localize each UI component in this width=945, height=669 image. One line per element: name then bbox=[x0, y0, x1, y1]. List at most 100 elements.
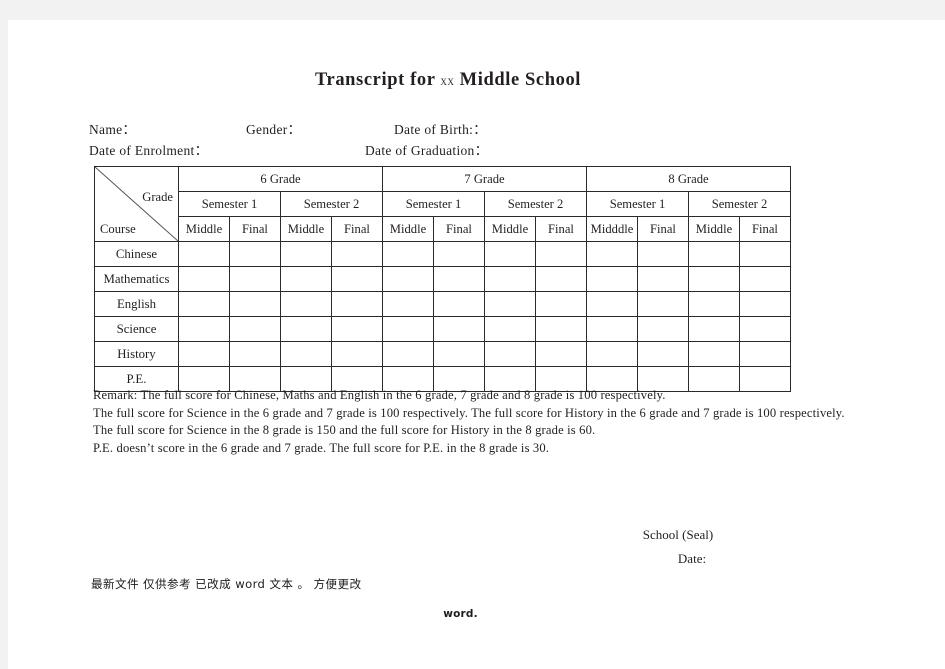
score-cell[interactable] bbox=[637, 316, 689, 342]
term-header-6-1-middle: Middle bbox=[178, 216, 230, 242]
score-cell[interactable] bbox=[280, 266, 332, 292]
remark-line-4: P.E. doesn’t score in the 6 grade and 7 … bbox=[93, 440, 550, 455]
score-cell[interactable] bbox=[433, 241, 485, 267]
term-header-7-2-final: Final bbox=[535, 216, 587, 242]
score-cell[interactable] bbox=[229, 341, 281, 367]
term-header-7-1-final: Final bbox=[433, 216, 485, 242]
score-cell[interactable] bbox=[382, 291, 434, 317]
date-of-enrolment-field-label: Date of Enrolment： bbox=[89, 143, 209, 158]
score-cell[interactable] bbox=[280, 316, 332, 342]
table-row: English bbox=[94, 291, 791, 317]
grade-group-header-6: 6 Grade bbox=[178, 166, 383, 192]
chinese-note-footer: 最新文件 仅供参考 已改成 word 文本 。 方便更改 bbox=[91, 577, 362, 591]
score-cell[interactable] bbox=[586, 341, 638, 367]
score-cell[interactable] bbox=[637, 266, 689, 292]
remarks-section: Remark: The full score for Chinese, Math… bbox=[93, 387, 883, 457]
score-cell[interactable] bbox=[178, 341, 230, 367]
remark-line-1: Remark: The full score for Chinese, Math… bbox=[93, 388, 666, 402]
semester-header-7-2: Semester 2 bbox=[484, 191, 587, 217]
course-label-science: Science bbox=[94, 316, 179, 342]
title-prefix: Transcript for bbox=[314, 70, 436, 90]
signature-section: School (Seal) Date: bbox=[568, 523, 788, 571]
term-header-8-2-middle: Middle bbox=[688, 216, 740, 242]
score-cell[interactable] bbox=[688, 241, 740, 267]
corner-grade-label: Grade bbox=[142, 190, 173, 204]
score-cell[interactable] bbox=[178, 266, 230, 292]
score-cell[interactable] bbox=[178, 241, 230, 267]
score-cell[interactable] bbox=[688, 266, 740, 292]
date-of-graduation-field-label: Date of Graduation： bbox=[365, 143, 489, 158]
score-cell[interactable] bbox=[535, 341, 587, 367]
score-cell[interactable] bbox=[637, 241, 689, 267]
score-cell[interactable] bbox=[229, 291, 281, 317]
score-cell[interactable] bbox=[229, 266, 281, 292]
score-cell[interactable] bbox=[484, 341, 536, 367]
gender-field-label: Gender： bbox=[246, 122, 302, 137]
score-cell[interactable] bbox=[229, 241, 281, 267]
score-cell[interactable] bbox=[331, 291, 383, 317]
score-cell[interactable] bbox=[688, 316, 740, 342]
score-cell[interactable] bbox=[637, 341, 689, 367]
score-cell[interactable] bbox=[586, 241, 638, 267]
score-cell[interactable] bbox=[535, 316, 587, 342]
term-header-6-2-final: Final bbox=[331, 216, 383, 242]
score-cell[interactable] bbox=[484, 266, 536, 292]
score-cell[interactable] bbox=[280, 341, 332, 367]
score-cell[interactable] bbox=[382, 266, 434, 292]
remark-line-2: The full score for Science in the 6 grad… bbox=[93, 405, 845, 420]
score-cell[interactable] bbox=[178, 291, 230, 317]
score-cell[interactable] bbox=[229, 316, 281, 342]
page-title: Transcript for xx Middle School bbox=[8, 70, 888, 91]
school-seal-label: School (Seal) bbox=[642, 527, 714, 542]
title-school-code: xx bbox=[440, 73, 455, 88]
term-header-8-2-final: Final bbox=[739, 216, 791, 242]
corner-course-label: Course bbox=[100, 222, 136, 236]
score-cell[interactable] bbox=[382, 241, 434, 267]
score-cell[interactable] bbox=[739, 341, 791, 367]
score-cell[interactable] bbox=[280, 241, 332, 267]
score-cell[interactable] bbox=[433, 266, 485, 292]
score-cell[interactable] bbox=[688, 341, 740, 367]
name-field-label: Name： bbox=[89, 122, 137, 137]
remark-line-3: The full score for Science in the 8 grad… bbox=[93, 423, 596, 438]
score-cell[interactable] bbox=[739, 291, 791, 317]
course-label-chinese: Chinese bbox=[94, 241, 179, 267]
score-cell[interactable] bbox=[382, 316, 434, 342]
score-cell[interactable] bbox=[586, 291, 638, 317]
course-label-english: English bbox=[94, 291, 179, 317]
term-header-6-2-middle: Middle bbox=[280, 216, 332, 242]
score-cell[interactable] bbox=[586, 316, 638, 342]
score-cell[interactable] bbox=[280, 291, 332, 317]
score-cell[interactable] bbox=[433, 316, 485, 342]
grade-group-header-8: 8 Grade bbox=[586, 166, 791, 192]
transcript-table-body: Chinese Mathematics English Science Hist… bbox=[94, 241, 791, 392]
score-cell[interactable] bbox=[535, 241, 587, 267]
score-cell[interactable] bbox=[433, 341, 485, 367]
course-label-mathematics: Mathematics bbox=[94, 266, 179, 292]
score-cell[interactable] bbox=[484, 316, 536, 342]
score-cell[interactable] bbox=[637, 291, 689, 317]
score-cell[interactable] bbox=[331, 341, 383, 367]
score-cell[interactable] bbox=[382, 341, 434, 367]
score-cell[interactable] bbox=[331, 241, 383, 267]
word-mark-footer: word. bbox=[443, 608, 478, 620]
score-cell[interactable] bbox=[178, 316, 230, 342]
score-cell[interactable] bbox=[484, 291, 536, 317]
score-cell[interactable] bbox=[484, 241, 536, 267]
term-header-8-1-final: Final bbox=[637, 216, 689, 242]
score-cell[interactable] bbox=[535, 291, 587, 317]
document-page: Transcript for xx Middle School Name： Ge… bbox=[8, 20, 945, 669]
score-cell[interactable] bbox=[433, 291, 485, 317]
score-cell[interactable] bbox=[688, 291, 740, 317]
score-cell[interactable] bbox=[331, 316, 383, 342]
score-cell[interactable] bbox=[331, 266, 383, 292]
term-header-7-1-middle: Middle bbox=[382, 216, 434, 242]
score-cell[interactable] bbox=[739, 241, 791, 267]
semester-header-8-1: Semester 1 bbox=[586, 191, 689, 217]
score-cell[interactable] bbox=[535, 266, 587, 292]
signature-date-label: Date: bbox=[677, 551, 707, 566]
score-cell[interactable] bbox=[586, 266, 638, 292]
table-row: Mathematics bbox=[94, 266, 791, 292]
score-cell[interactable] bbox=[739, 316, 791, 342]
score-cell[interactable] bbox=[739, 266, 791, 292]
